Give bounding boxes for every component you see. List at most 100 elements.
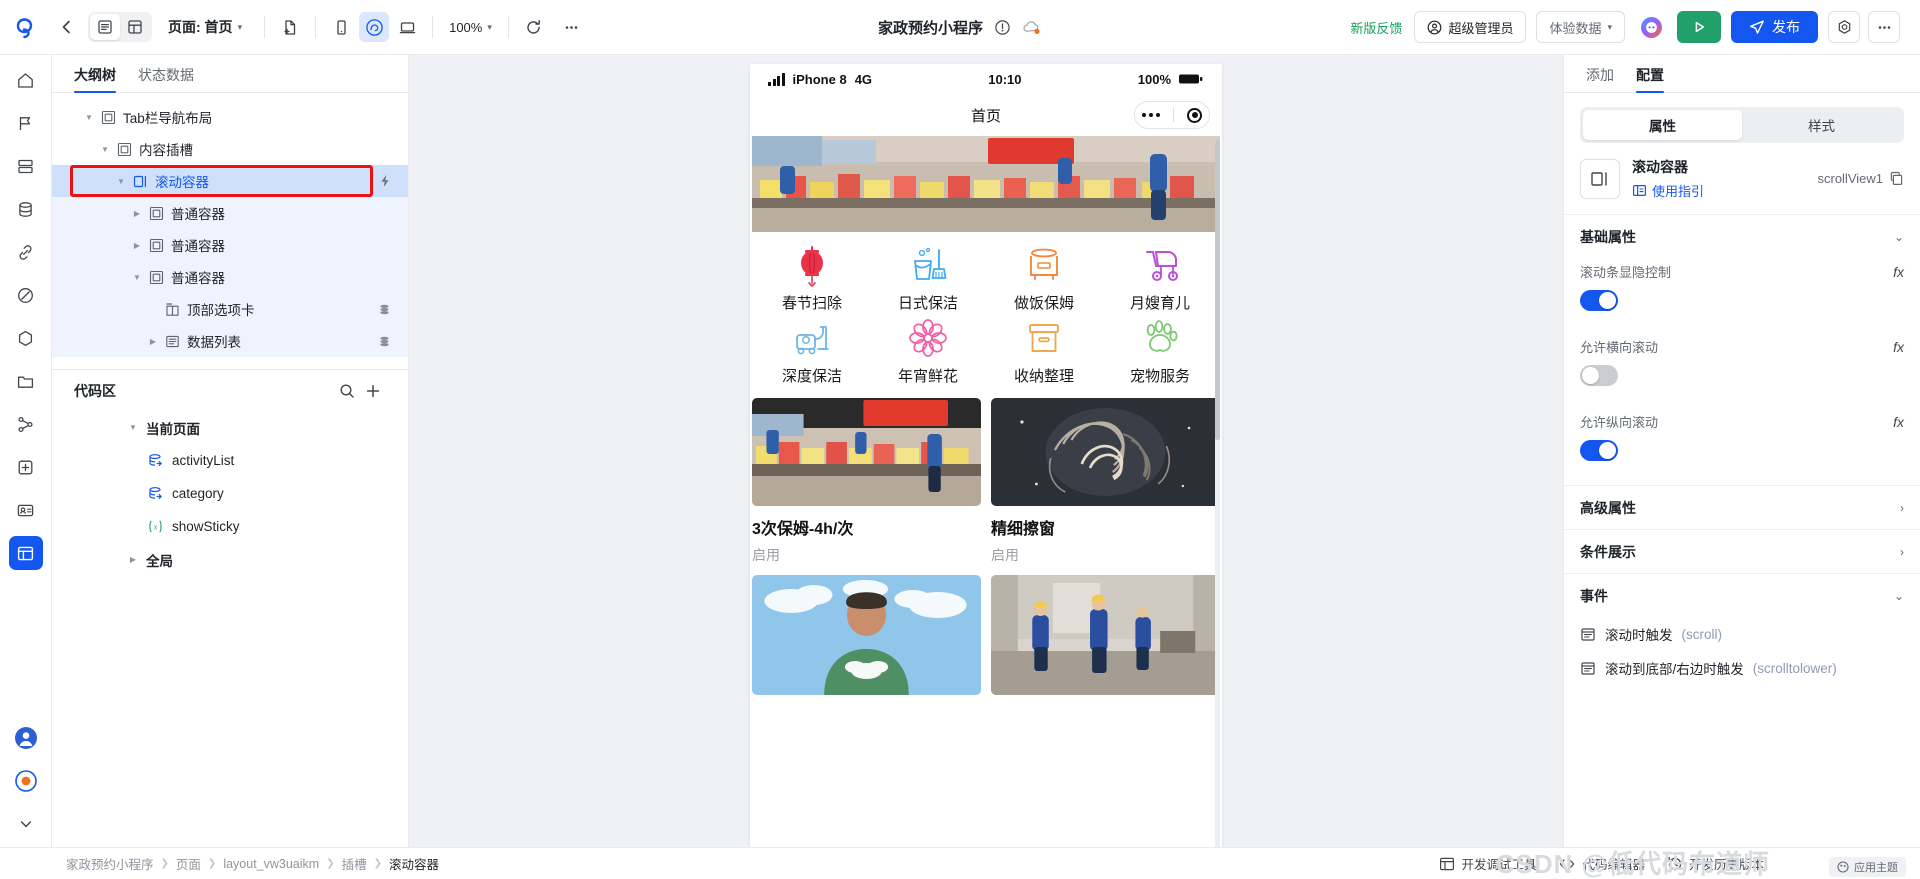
- page-selector[interactable]: 页面: 首页 ▾: [168, 17, 242, 37]
- expand-arrow-right-icon[interactable]: ▶: [128, 209, 146, 218]
- grid-item-4[interactable]: 深度保洁: [754, 315, 870, 386]
- outline-view-button[interactable]: [90, 14, 120, 40]
- expand-arrow-down-icon[interactable]: ▼: [112, 177, 130, 186]
- grid-item-2[interactable]: 做饭保姆: [986, 242, 1102, 313]
- warning-circle-icon[interactable]: [994, 19, 1011, 36]
- section-events[interactable]: 事件 ⌄: [1564, 573, 1920, 617]
- expand-arrow-down-icon[interactable]: ▼: [80, 113, 98, 122]
- tree-node-data-list[interactable]: ▶ 数据列表: [52, 325, 408, 357]
- subtab-styles[interactable]: 样式: [1742, 110, 1901, 140]
- preview-button[interactable]: [1677, 11, 1721, 43]
- event-scroll[interactable]: 滚动时触发 (scroll): [1564, 617, 1920, 651]
- chevron-down-icon[interactable]: ⌄: [1894, 230, 1904, 244]
- role-button[interactable]: 超级管理员: [1414, 11, 1527, 43]
- tab-add[interactable]: 添加: [1586, 65, 1614, 92]
- chevron-right-icon[interactable]: ›: [1900, 545, 1904, 559]
- allow-horizontal-scroll-toggle[interactable]: [1580, 365, 1618, 386]
- data-env-selector[interactable]: 体验数据 ▾: [1536, 11, 1625, 43]
- product-card-0[interactable]: 3次保姆-4h/次 启用: [752, 398, 981, 565]
- grid-item-7[interactable]: 宠物服务: [1102, 315, 1218, 386]
- expand-arrow-right-icon[interactable]: ▶: [144, 337, 162, 346]
- theme-button[interactable]: 应用主题: [1829, 857, 1906, 877]
- tree-node-normal-container-3[interactable]: ▼ 普通容器: [52, 261, 408, 293]
- rail-item-hexagon[interactable]: [9, 321, 43, 355]
- tree-node-normal-container-2[interactable]: ▶ 普通容器: [52, 229, 408, 261]
- dev-history-button[interactable]: 开发历史版本: [1667, 854, 1764, 873]
- product-card-1[interactable]: 精细擦窗 启用: [991, 398, 1220, 565]
- target-icon[interactable]: [1187, 107, 1203, 123]
- section-basic-properties[interactable]: 基础属性 ⌄: [1564, 214, 1920, 258]
- copy-icon[interactable]: [1889, 171, 1904, 186]
- rail-item-flow[interactable]: [9, 407, 43, 441]
- code-group-current-page[interactable]: ▼ 当前页面: [52, 411, 408, 444]
- tree-node-top-tabs[interactable]: 顶部选项卡: [52, 293, 408, 325]
- zoom-selector[interactable]: 100% ▾: [443, 16, 498, 39]
- tab-configure[interactable]: 配置: [1636, 65, 1664, 93]
- subtab-properties[interactable]: 属性: [1583, 110, 1742, 140]
- rail-item-database[interactable]: [9, 192, 43, 226]
- rail-item-help[interactable]: [9, 764, 43, 798]
- code-item-activitylist[interactable]: activityList: [52, 444, 408, 477]
- device-mobile-button[interactable]: [326, 12, 356, 42]
- cloud-status-icon[interactable]: [1022, 19, 1042, 36]
- grid-view-button[interactable]: [120, 14, 150, 40]
- code-search-button[interactable]: [334, 378, 360, 404]
- design-canvas[interactable]: iPhone 8 4G 10:10 100% 首页 春节扫除 日式保洁 做饭保姆…: [409, 55, 1563, 847]
- usage-guide-link[interactable]: 使用指引: [1632, 181, 1704, 200]
- code-item-showsticky[interactable]: x showSticky: [52, 510, 408, 543]
- scrollbar-visibility-toggle[interactable]: [1580, 290, 1618, 311]
- tree-node-normal-container-1[interactable]: ▶ 普通容器: [52, 197, 408, 229]
- code-group-global[interactable]: ▶ 全局: [52, 543, 408, 576]
- feedback-link[interactable]: 新版反馈: [1350, 18, 1402, 37]
- event-scrolltolower[interactable]: 滚动到底部/右边时触发 (scrolltolower): [1564, 651, 1920, 685]
- fx-button[interactable]: fx: [1893, 339, 1904, 355]
- breadcrumb-item-1[interactable]: 页面: [176, 854, 201, 873]
- expand-arrow-right-icon[interactable]: ▶: [124, 555, 142, 564]
- breadcrumb-item-0[interactable]: 家政预约小程序: [66, 854, 154, 873]
- code-add-button[interactable]: [360, 378, 386, 404]
- hero-banner[interactable]: [752, 136, 1220, 232]
- fx-button[interactable]: fx: [1893, 264, 1904, 280]
- code-editor-button[interactable]: 代码编辑器: [1558, 854, 1645, 873]
- settings-button[interactable]: [1828, 11, 1860, 43]
- breadcrumb-item-2[interactable]: layout_vw3uaikm: [223, 857, 319, 871]
- expand-arrow-down-icon[interactable]: ▼: [128, 273, 146, 282]
- grid-item-0[interactable]: 春节扫除: [754, 242, 870, 313]
- device-miniprogram-button[interactable]: [359, 12, 390, 42]
- rail-item-link[interactable]: [9, 235, 43, 269]
- view-mode-switch[interactable]: [88, 12, 152, 42]
- rail-item-plugin[interactable]: [9, 450, 43, 484]
- page-scroll-area[interactable]: 春节扫除 日式保洁 做饭保姆 月嫂育儿 深度保洁 年宵鲜花 收纳整理 宠物服务 …: [750, 136, 1222, 847]
- refresh-button[interactable]: [519, 12, 549, 42]
- more-dots-icon[interactable]: [1141, 113, 1160, 117]
- section-conditional-display[interactable]: 条件展示 ›: [1564, 529, 1920, 573]
- expand-arrow-right-icon[interactable]: ▶: [128, 241, 146, 250]
- code-item-category[interactable]: category: [52, 477, 408, 510]
- rail-item-avatar[interactable]: [9, 721, 43, 755]
- tab-state-data[interactable]: 状态数据: [138, 65, 194, 92]
- allow-vertical-scroll-toggle[interactable]: [1580, 440, 1618, 461]
- section-advanced-properties[interactable]: 高级属性 ›: [1564, 485, 1920, 529]
- rail-item-layers[interactable]: [9, 149, 43, 183]
- new-page-button[interactable]: [275, 12, 305, 42]
- grid-item-6[interactable]: 收纳整理: [986, 315, 1102, 386]
- fx-button[interactable]: fx: [1893, 414, 1904, 430]
- back-button[interactable]: [52, 12, 82, 42]
- chevron-down-icon[interactable]: ⌄: [1894, 589, 1904, 603]
- tree-node-scroll-container[interactable]: ▼ 滚动容器: [52, 165, 408, 197]
- rail-item-flag[interactable]: [9, 106, 43, 140]
- tree-node-content-slot[interactable]: ▼ 内容插槽: [52, 133, 408, 165]
- topbar-overflow-button[interactable]: [1868, 11, 1900, 43]
- product-card-3[interactable]: [991, 575, 1220, 695]
- rail-item-home[interactable]: [9, 63, 43, 97]
- rail-item-folder[interactable]: [9, 364, 43, 398]
- expand-arrow-down-icon[interactable]: ▼: [124, 423, 142, 432]
- rail-item-shield[interactable]: [9, 278, 43, 312]
- breadcrumb-item-4[interactable]: 滚动容器: [389, 854, 439, 873]
- tree-node-tab-nav-layout[interactable]: ▼ Tab栏导航布局: [52, 101, 408, 133]
- grid-item-3[interactable]: 月嫂育儿: [1102, 242, 1218, 313]
- expand-arrow-down-icon[interactable]: ▼: [96, 145, 114, 154]
- wechat-capsule[interactable]: [1134, 101, 1210, 129]
- chevron-right-icon[interactable]: ›: [1900, 501, 1904, 515]
- devtools-button[interactable]: 开发调试工具: [1439, 854, 1536, 873]
